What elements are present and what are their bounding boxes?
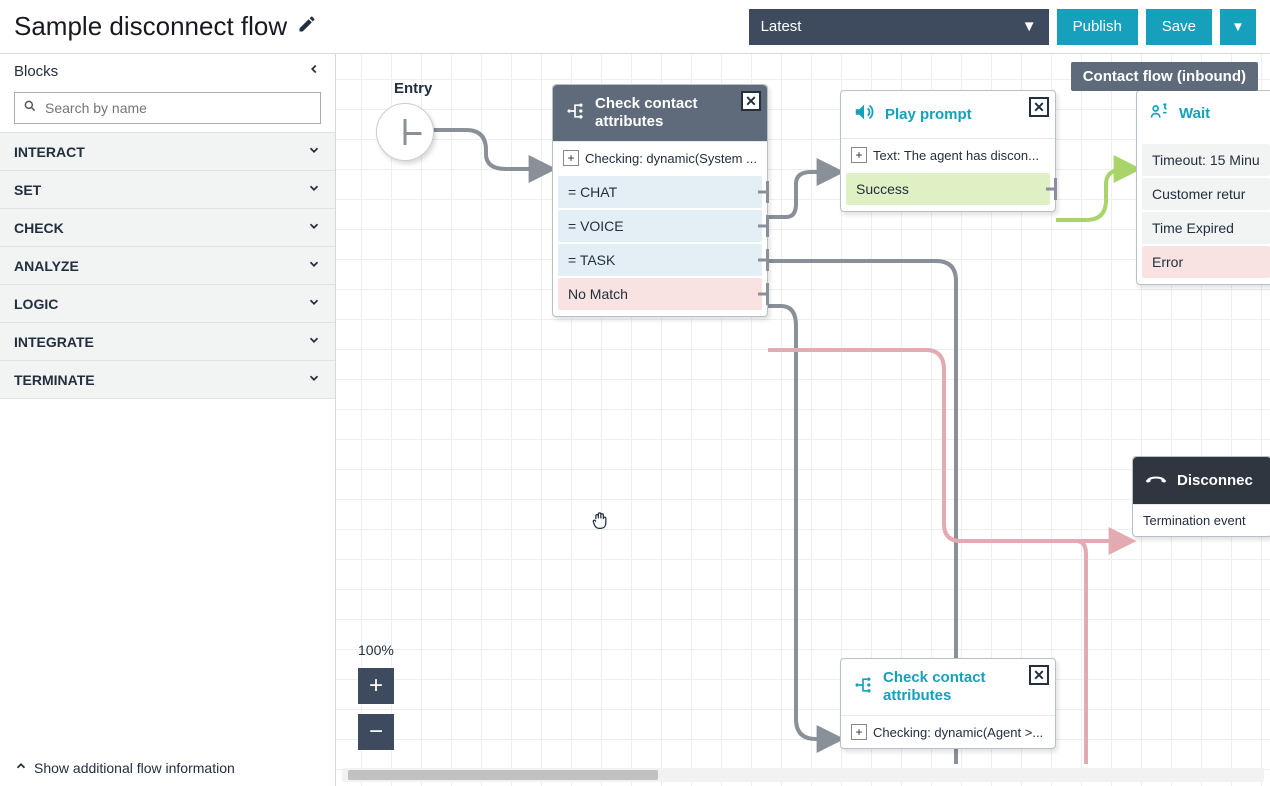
node-title: Wait [1179, 105, 1210, 123]
wait-node[interactable]: Wait Timeout: 15 Minu Customer retur Tim… [1136, 90, 1270, 285]
sidebar-cat-set[interactable]: SET [0, 170, 335, 209]
branch-time-expired[interactable]: Time Expired [1142, 212, 1270, 244]
caret-down-icon: ▼ [1231, 19, 1244, 34]
disconnect-icon [1145, 467, 1167, 494]
expand-icon[interactable]: + [851, 724, 867, 740]
entry-label: Entry [394, 80, 434, 97]
chevron-down-icon [307, 143, 321, 160]
close-icon[interactable]: ✕ [1029, 97, 1049, 117]
close-icon[interactable]: ✕ [741, 91, 761, 111]
chevron-down-icon [307, 219, 321, 236]
expand-icon[interactable]: + [563, 150, 579, 166]
sidebar-cat-terminate[interactable]: TERMINATE [0, 360, 335, 399]
speaker-icon [853, 101, 875, 128]
scrollbar-thumb[interactable] [348, 770, 658, 780]
zoom-in-button[interactable]: + [358, 668, 394, 704]
grab-cursor-icon [590, 510, 610, 535]
entry-node[interactable]: Entry [362, 80, 434, 161]
sidebar-cat-check[interactable]: CHECK [0, 208, 335, 247]
zoom-out-button[interactable]: − [358, 714, 394, 750]
check-attributes-node-2[interactable]: Check contact attributes ✕ + Checking: d… [840, 658, 1056, 749]
sidebar-title: Blocks [14, 63, 58, 80]
node-config-row[interactable]: + Checking: dynamic(System ... [553, 141, 767, 174]
branch-chat[interactable]: = CHAT [558, 176, 762, 208]
branch-timeout[interactable]: Timeout: 15 Minu [1142, 144, 1270, 176]
chevron-down-icon [307, 181, 321, 198]
node-title: Check contact attributes [595, 95, 755, 131]
node-title: Check contact attributes [883, 669, 1043, 705]
search-input[interactable] [45, 100, 312, 116]
sidebar-cat-logic[interactable]: LOGIC [0, 284, 335, 323]
sidebar-cat-analyze[interactable]: ANALYZE [0, 246, 335, 285]
entry-port-icon [376, 103, 434, 161]
horizontal-scrollbar[interactable] [342, 768, 1264, 782]
expand-icon[interactable]: + [851, 147, 867, 163]
zoom-level: 100% [358, 642, 394, 658]
chevron-down-icon [307, 257, 321, 274]
page-title: Sample disconnect flow [14, 11, 287, 42]
branch-nomatch[interactable]: No Match [558, 278, 762, 310]
blocks-sidebar: Blocks INTERACT SET CHECK ANALYZE LOGIC … [0, 54, 336, 786]
branch-voice[interactable]: = VOICE [558, 210, 762, 242]
caret-down-icon: ▼ [1022, 18, 1037, 35]
sidebar-cat-integrate[interactable]: INTEGRATE [0, 322, 335, 361]
save-dropdown-button[interactable]: ▼ [1220, 9, 1256, 45]
save-button[interactable]: Save [1146, 9, 1212, 45]
node-config-row[interactable]: + Text: The agent has discon... [841, 138, 1055, 171]
chevron-down-icon [307, 295, 321, 312]
branch-icon [853, 675, 873, 700]
flow-type-badge: Contact flow (inbound) [1071, 62, 1258, 91]
wait-icon [1149, 101, 1169, 126]
branch-task[interactable]: = TASK [558, 244, 762, 276]
show-flow-info[interactable]: Show additional flow information [0, 749, 335, 786]
search-icon [23, 99, 37, 118]
chevron-up-icon [14, 759, 28, 776]
flow-canvas[interactable]: Entry Check contact attributes ✕ + Check… [336, 54, 1270, 786]
node-title: Play prompt [885, 106, 972, 124]
node-config-row[interactable]: + Checking: dynamic(Agent >... [841, 715, 1055, 748]
chevron-down-icon [307, 371, 321, 388]
close-icon[interactable]: ✕ [1029, 665, 1049, 685]
search-input-wrap[interactable] [14, 92, 321, 124]
version-dropdown[interactable]: Latest ▼ [749, 9, 1049, 45]
disconnect-node[interactable]: Disconnec Termination event [1132, 456, 1270, 537]
sidebar-cat-interact[interactable]: INTERACT [0, 132, 335, 171]
play-prompt-node[interactable]: Play prompt ✕ + Text: The agent has disc… [840, 90, 1056, 212]
branch-error[interactable]: Error [1142, 246, 1270, 278]
collapse-sidebar-icon[interactable] [307, 62, 321, 80]
version-label: Latest [761, 18, 802, 35]
publish-button[interactable]: Publish [1057, 9, 1138, 45]
chevron-down-icon [307, 333, 321, 350]
branch-customer-return[interactable]: Customer retur [1142, 178, 1270, 210]
check-attributes-node[interactable]: Check contact attributes ✕ + Checking: d… [552, 84, 768, 317]
node-config-row: Termination event [1133, 504, 1270, 536]
edit-title-icon[interactable] [297, 14, 317, 39]
branch-success[interactable]: Success [846, 173, 1050, 205]
branch-icon [565, 101, 585, 126]
node-title: Disconnec [1177, 472, 1253, 490]
